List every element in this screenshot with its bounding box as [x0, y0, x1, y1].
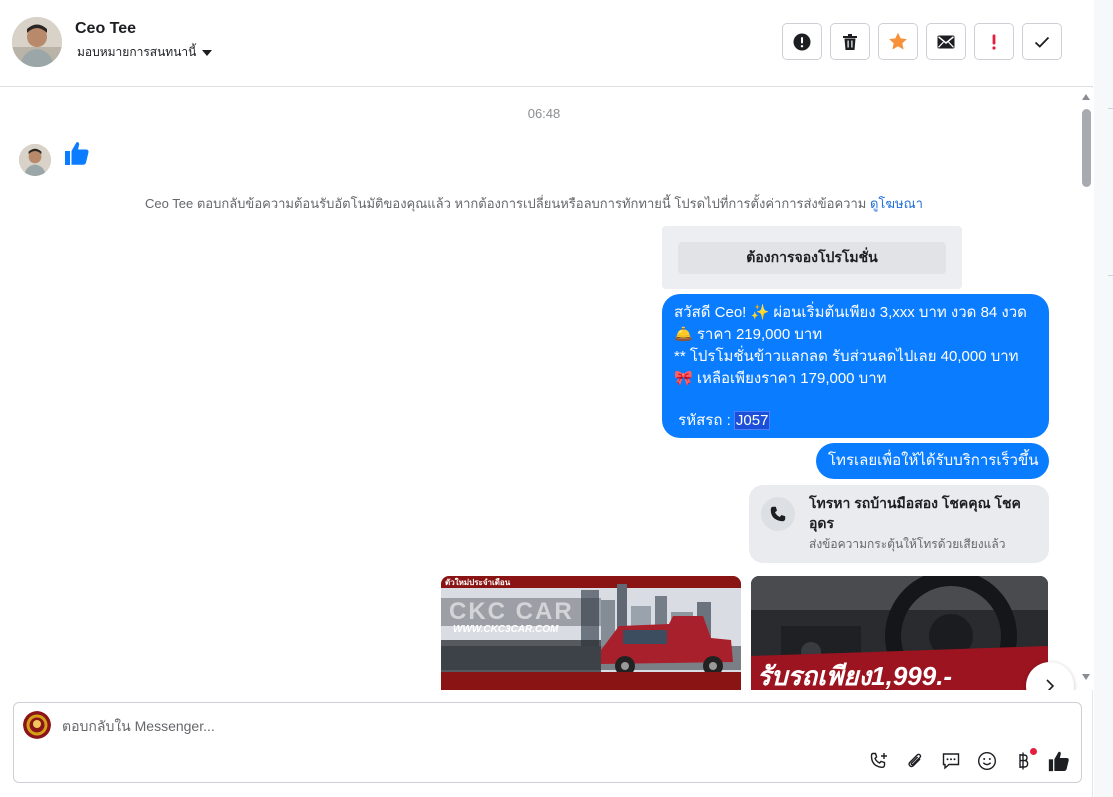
- car-photo-1[interactable]: ตัวใหม่ประจำเดือน CKC CAR WWW.CKC3CAR.CO…: [441, 576, 741, 690]
- scrollbar-thumb[interactable]: [1082, 109, 1091, 187]
- emoji-icon[interactable]: [976, 750, 998, 772]
- image-brand-text: CKC CAR: [449, 598, 574, 625]
- scroll-up-arrow[interactable]: [1082, 94, 1090, 100]
- image-banner-text: ตัวใหม่ประจำเดือน: [445, 578, 511, 587]
- auto-reply-notice: Ceo Tee ตอบกลับข้อความต้อนรับอัตโนมัติขอ…: [0, 193, 1068, 214]
- divider: [1108, 108, 1113, 109]
- saved-reply-icon[interactable]: [940, 750, 962, 772]
- caret-down-icon: [202, 49, 213, 56]
- star-icon: [889, 32, 907, 50]
- car-code-line: รหัสรถ : J057: [674, 410, 1037, 432]
- car-code-value: J057: [733, 411, 771, 430]
- image-url-text: WWW.CKC3CAR.COM: [453, 624, 559, 635]
- contact-name[interactable]: Ceo Tee: [75, 20, 136, 38]
- paperclip-icon[interactable]: [904, 750, 926, 772]
- car-code-label: รหัสรถ :: [674, 412, 735, 429]
- message-thread[interactable]: 06:48 Ceo Tee ตอบกลับข้อความต้อนรับอัตโน…: [0, 88, 1093, 690]
- reply-input[interactable]: [62, 715, 762, 737]
- call-card-subtitle: ส่งข้อความกระตุ้นให้โทรด้วยเสียงแล้ว: [809, 537, 1006, 551]
- auto-reply-notice-text: Ceo Tee ตอบกลับข้อความต้อนรับอัตโนมัติขอ…: [145, 196, 870, 211]
- check-icon: [1034, 36, 1050, 48]
- outgoing-message-promo[interactable]: สวัสดี Ceo! ✨ ผ่อนเริ่มต้นเพียง 3,xxx บา…: [662, 294, 1049, 438]
- message-line: สวัสดี Ceo! ✨ ผ่อนเริ่มต้นเพียง 3,xxx บา…: [674, 304, 1027, 321]
- contact-avatar[interactable]: [12, 17, 62, 67]
- sender-avatar: [19, 144, 51, 176]
- phone-icon: [761, 497, 795, 531]
- call-card-title: โทรหา รถบ้านมือสอง โชคคุณ โชคอุดร: [809, 495, 1021, 531]
- trash-icon: [843, 33, 857, 50]
- message-timestamp: 06:48: [527, 106, 561, 121]
- follow-up-button[interactable]: [974, 23, 1014, 60]
- alert-circle-icon: [793, 33, 811, 50]
- send-like-button[interactable]: [1048, 750, 1070, 772]
- message-line: [674, 390, 1037, 410]
- report-spam-button[interactable]: [782, 23, 822, 60]
- image-price-text: รับรถเพียง1,999.-: [757, 661, 953, 690]
- quick-reply-button[interactable]: ต้องการจองโปรโมชั่น: [678, 242, 946, 274]
- notification-dot: [1030, 748, 1037, 755]
- message-line: 🎀 เหลือเพียงราคา 179,000 บาท: [674, 370, 887, 387]
- page-avatar: [23, 711, 51, 739]
- phone-plus-icon[interactable]: [868, 750, 890, 772]
- call-request-card[interactable]: โทรหา รถบ้านมือสอง โชคคุณ โชคอุดร ส่งข้อ…: [749, 485, 1049, 563]
- assign-conversation-dropdown[interactable]: มอบหมายการสนทนานี้: [77, 43, 213, 62]
- inbox-page: Ceo Tee มอบหมายการสนทนานี้ 06:48 Ceo Tee…: [0, 0, 1093, 797]
- mark-done-button[interactable]: [1022, 23, 1062, 60]
- reply-composer: [13, 702, 1082, 783]
- conversation-header: Ceo Tee มอบหมายการสนทนานี้: [0, 0, 1093, 87]
- view-ad-link[interactable]: ดูโฆษณา: [870, 196, 923, 211]
- thumbs-up-icon: [1048, 751, 1069, 772]
- mark-unread-button[interactable]: [926, 23, 966, 60]
- car-photo-2[interactable]: รับรถเพียง1,999.-: [751, 576, 1048, 690]
- side-panel-edge: [1094, 0, 1113, 797]
- divider: [1108, 275, 1113, 276]
- envelope-icon: [937, 35, 955, 48]
- thumbs-up-icon: [64, 140, 90, 166]
- assign-label: มอบหมายการสนทนานี้: [77, 45, 197, 59]
- star-button[interactable]: [878, 23, 918, 60]
- exclamation-icon: [992, 34, 996, 50]
- message-line: 🛎️ ราคา 219,000 บาท: [674, 326, 823, 343]
- outgoing-message-call-prompt[interactable]: โทรเลยเพื่อให้ได้รับบริการเร็วขึ้น: [816, 443, 1049, 479]
- chevron-right-icon: [1046, 679, 1055, 690]
- baht-icon[interactable]: [1012, 748, 1037, 772]
- message-line: ** โปรโมชั่นข้าวแลกลด รับส่วนลดไปเลย 40,…: [674, 348, 1019, 365]
- delete-button[interactable]: [830, 23, 870, 60]
- quick-reply-card: ต้องการจองโปรโมชั่น: [662, 226, 962, 289]
- scroll-down-arrow[interactable]: [1082, 674, 1090, 680]
